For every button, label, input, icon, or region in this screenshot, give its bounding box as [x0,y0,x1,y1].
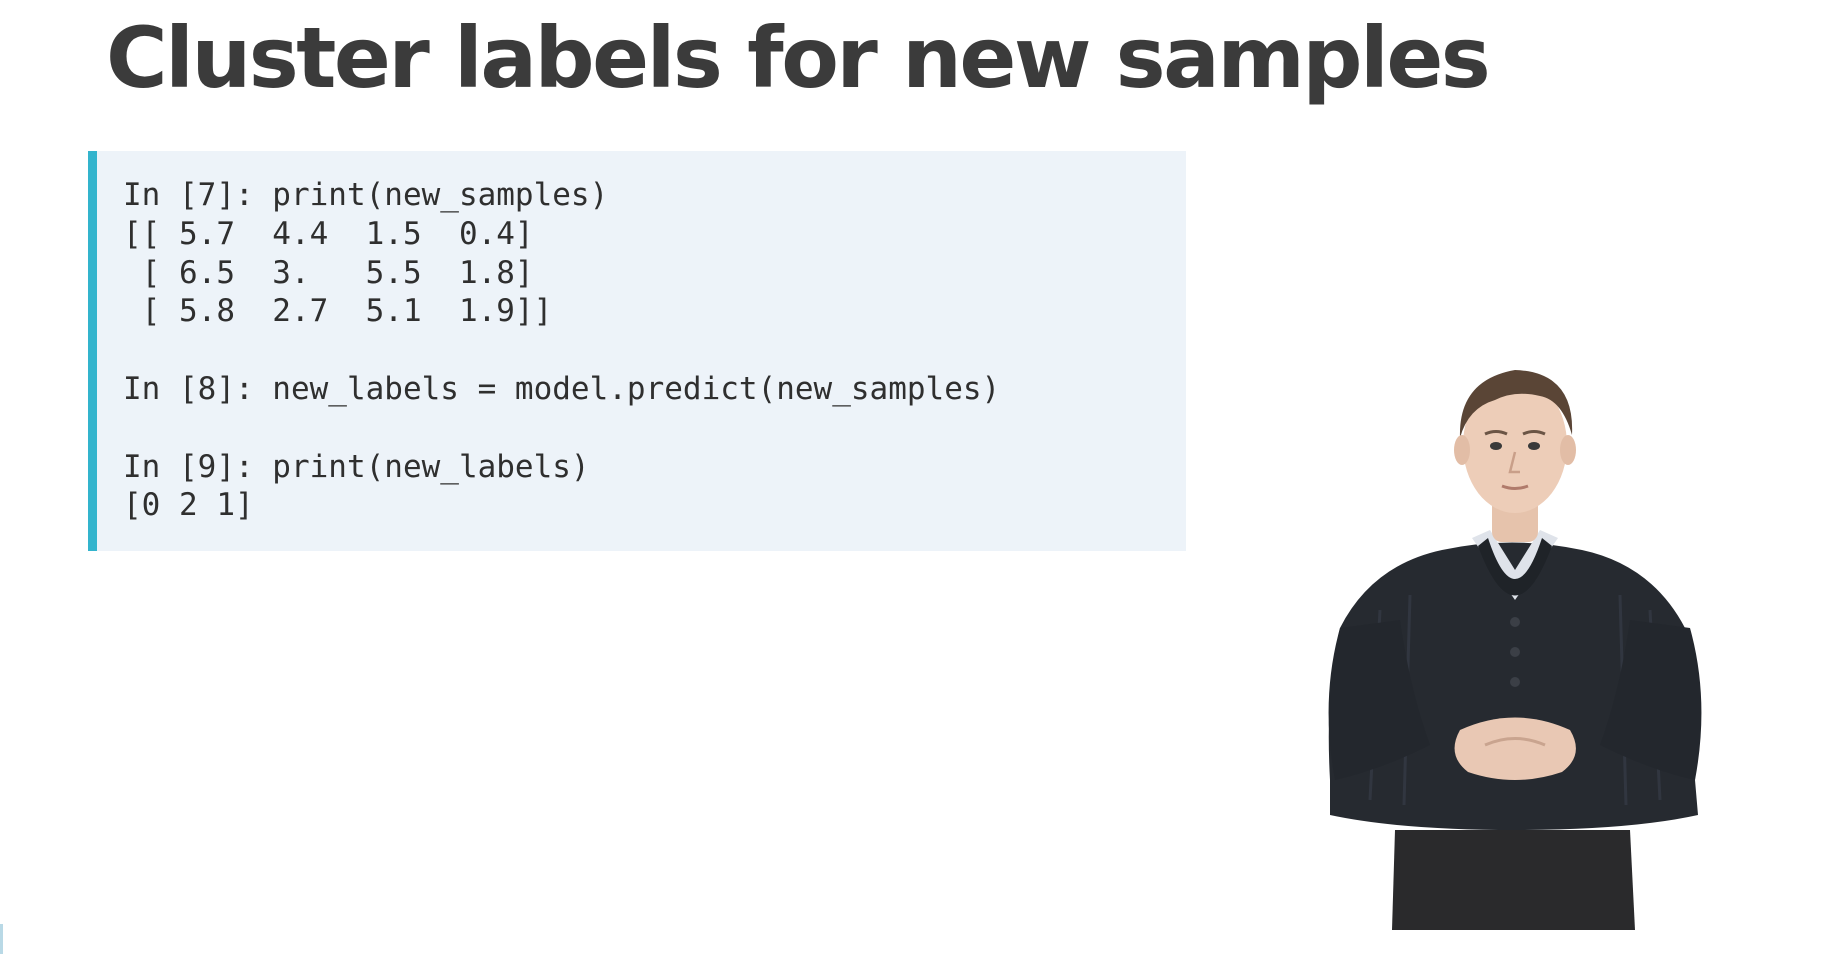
presenter-trousers [1392,830,1635,930]
presenter-video-figure [1300,360,1730,930]
code-line: In [8]: new_labels = model.predict(new_s… [123,370,1001,407]
presenter-button [1510,617,1520,627]
code-line: [[ 5.7 4.4 1.5 0.4] [123,215,534,252]
presenter-button [1510,677,1520,687]
edge-divider [0,924,3,954]
code-line: In [9]: print(new_labels) [123,448,590,485]
code-line: [0 2 1] [123,487,254,524]
presenter-button [1510,647,1520,657]
code-line: In [7]: print(new_samples) [123,177,609,213]
code-line: [ 6.5 3. 5.5 1.8] [123,254,534,291]
presenter-hands [1454,717,1576,780]
code-block: In [7]: print(new_samples) [[ 5.7 4.4 1.… [88,151,1186,551]
slide-title: Cluster labels for new samples [106,9,1491,107]
code-line: [ 5.8 2.7 5.1 1.9]] [123,293,553,330]
